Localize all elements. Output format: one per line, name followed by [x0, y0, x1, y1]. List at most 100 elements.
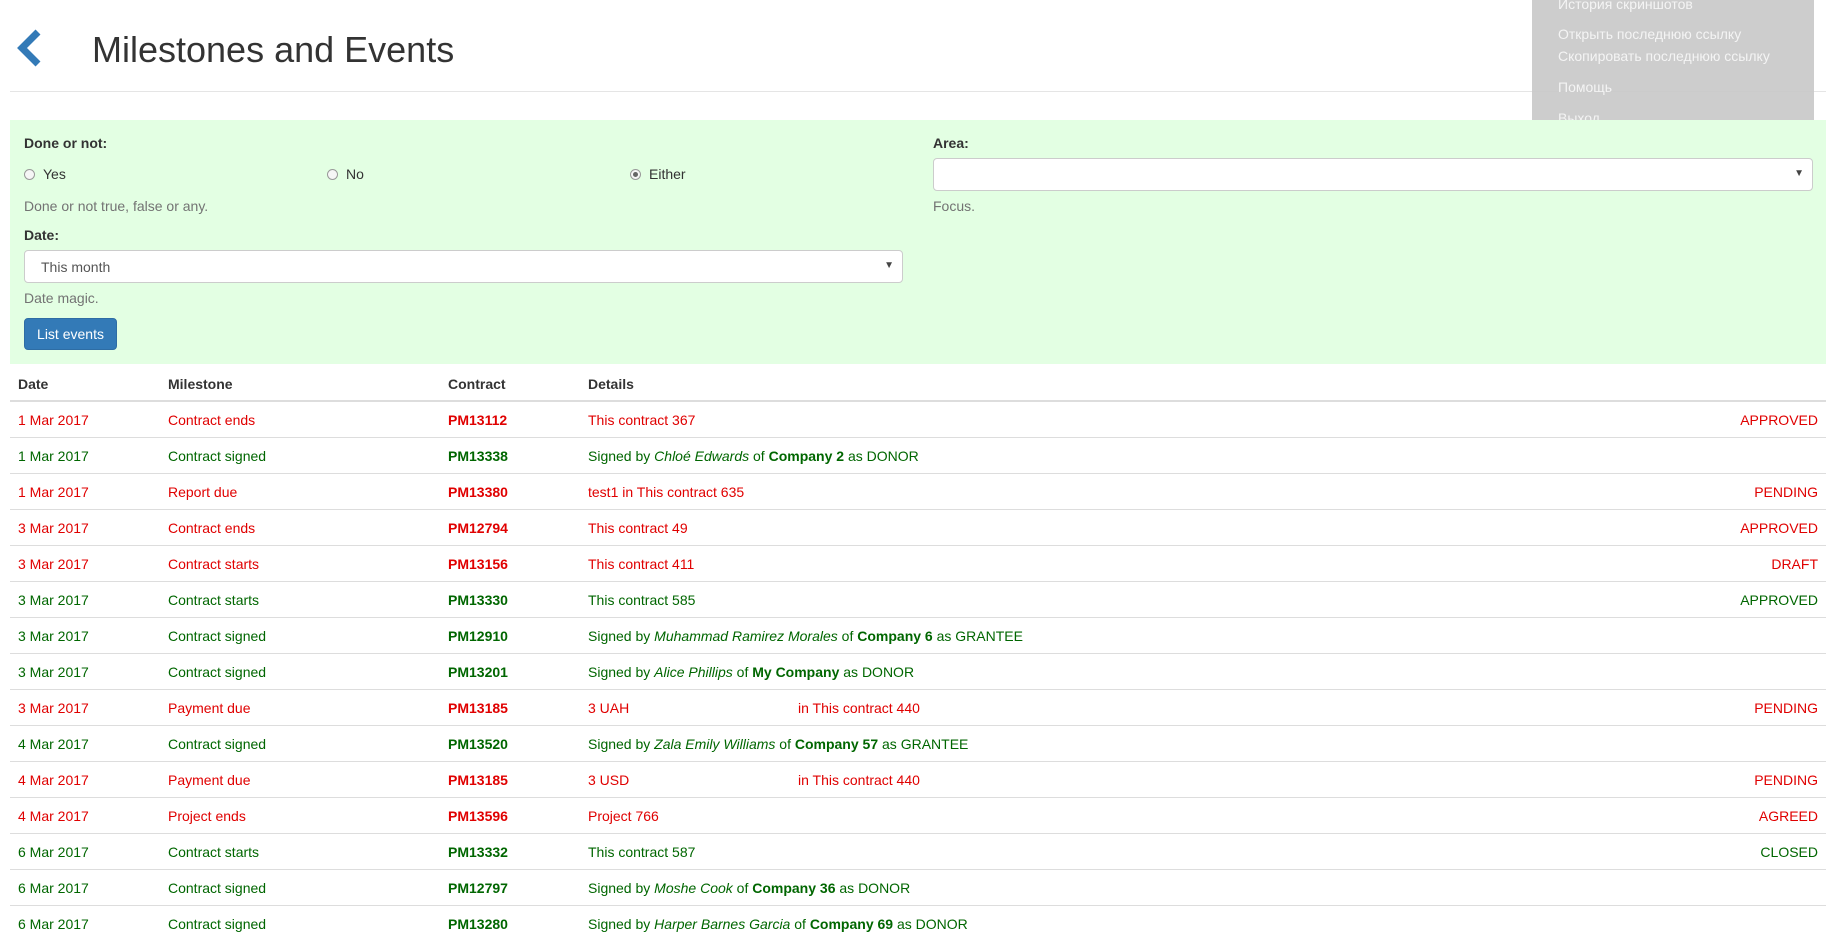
contract-link[interactable]: PM13112 — [440, 400, 580, 438]
status-cell: APPROVED — [1611, 581, 1826, 618]
date-cell: 1 Mar 2017 — [10, 437, 160, 474]
details-text[interactable]: This contract 585 — [588, 592, 695, 608]
radio-yes[interactable]: Yes — [24, 166, 66, 182]
company-name[interactable]: Company 69 — [810, 916, 893, 932]
done-help: Done or not true, false or any. — [24, 198, 209, 214]
caret-down-icon: ▼ — [1794, 168, 1804, 179]
table-header-row: Date Milestone Contract Details — [10, 368, 1826, 402]
table-row[interactable]: 6 Mar 2017 Contract starts PM13332 This con… — [10, 833, 1826, 870]
contract-link[interactable]: PM12797 — [440, 869, 580, 906]
milestone-cell: Contract ends — [160, 509, 440, 546]
menu-item-copy-last-link[interactable]: Скопировать последнюю ссылку — [1558, 48, 1770, 64]
list-events-button[interactable]: List events — [24, 318, 117, 350]
table-row[interactable]: 4 Mar 2017 Project ends PM13596 Project 766… — [10, 797, 1826, 834]
milestone-cell: Contract signed — [160, 905, 440, 941]
details-text[interactable]: test1 in This contract 635 — [588, 484, 744, 500]
company-name[interactable]: Company 6 — [857, 628, 932, 644]
table-row[interactable]: 3 Mar 2017 Contract starts PM13330 This con… — [10, 581, 1826, 618]
contract-link[interactable]: PM13156 — [440, 545, 580, 582]
contract-link[interactable]: PM12794 — [440, 509, 580, 546]
payment-reference[interactable]: in This contract 440 — [798, 772, 920, 788]
as-text: as — [882, 735, 897, 752]
status-cell — [1611, 869, 1826, 906]
milestone-cell: Contract ends — [160, 400, 440, 438]
status-cell: PENDING — [1611, 761, 1826, 798]
header-details: Details — [580, 368, 1612, 402]
contract-link[interactable]: PM13330 — [440, 581, 580, 618]
details-text[interactable]: This contract 49 — [588, 520, 688, 536]
company-name[interactable]: Company 36 — [752, 880, 835, 896]
signer-role: DONOR — [858, 879, 911, 896]
details-text[interactable]: Project 766 — [588, 808, 659, 824]
menu-item-open-last-link[interactable]: Открыть последнюю ссылку — [1558, 26, 1741, 42]
contract-link[interactable]: PM13185 — [440, 689, 580, 726]
done-label: Done or not: — [24, 135, 108, 151]
milestone-cell: Contract signed — [160, 437, 440, 474]
milestone-cell: Payment due — [160, 761, 440, 798]
status-cell: PENDING — [1611, 473, 1826, 510]
contract-link[interactable]: PM13201 — [440, 653, 580, 690]
milestone-cell: Contract starts — [160, 545, 440, 582]
company-name[interactable]: Company 57 — [795, 736, 878, 752]
contract-link[interactable]: PM13338 — [440, 437, 580, 474]
company-name[interactable]: My Company — [752, 664, 839, 680]
company-name[interactable]: Company 2 — [769, 448, 844, 464]
signer-role: DONOR — [866, 447, 919, 464]
table-row[interactable]: 3 Mar 2017 Contract signed PM13201 Signed b… — [10, 653, 1826, 690]
table-row[interactable]: 3 Mar 2017 Contract signed PM12910 Signed b… — [10, 617, 1826, 654]
date-select[interactable]: This month ▼ — [24, 250, 903, 283]
table-row[interactable]: 3 Mar 2017 Payment due PM13185 3 UAH in This… — [10, 689, 1826, 726]
contract-link[interactable]: PM13596 — [440, 797, 580, 834]
radio-circle-selected — [630, 168, 641, 180]
radio-label: No — [346, 166, 364, 182]
contract-link[interactable]: PM13332 — [440, 833, 580, 870]
contract-link[interactable]: PM13520 — [440, 725, 580, 762]
status-cell — [1611, 653, 1826, 690]
signer-name[interactable]: Zala Emily Williams — [654, 736, 775, 752]
details-cell: Project 766 — [580, 797, 1612, 834]
caret-down-icon: ▼ — [884, 260, 894, 271]
status-cell: AGREED — [1611, 797, 1826, 834]
contract-link[interactable]: PM13280 — [440, 905, 580, 941]
header-status — [1611, 368, 1826, 402]
date-cell: 4 Mar 2017 — [10, 797, 160, 834]
table-row[interactable]: 1 Mar 2017 Contract ends PM13112 This contr… — [10, 400, 1826, 438]
radio-no[interactable]: No — [327, 166, 364, 182]
milestone-cell: Contract signed — [160, 617, 440, 654]
contract-link[interactable]: PM13185 — [440, 761, 580, 798]
table-row[interactable]: 4 Mar 2017 Payment due PM13185 3 USD in This… — [10, 761, 1826, 798]
signer-name[interactable]: Alice Phillips — [654, 664, 733, 680]
menu-item-help[interactable]: Помощь — [1558, 79, 1612, 95]
date-cell: 3 Mar 2017 — [10, 689, 160, 726]
table-row[interactable]: 6 Mar 2017 Contract signed PM13280 Signed b… — [10, 905, 1826, 941]
of-text: of — [736, 663, 749, 680]
status-cell: APPROVED — [1611, 400, 1826, 438]
date-cell: 1 Mar 2017 — [10, 400, 160, 438]
area-select[interactable]: ▼ — [933, 158, 1813, 191]
table-row[interactable]: 1 Mar 2017 Contract signed PM13338 Signed b… — [10, 437, 1826, 474]
details-text[interactable]: This contract 411 — [588, 556, 694, 572]
signer-role: DONOR — [915, 915, 968, 932]
events-table: Date Milestone Contract Details 1 Mar 20… — [10, 368, 1826, 941]
signer-name[interactable]: Harper Barnes Garcia — [654, 916, 790, 932]
table-row[interactable]: 3 Mar 2017 Contract starts PM13156 This con… — [10, 545, 1826, 582]
radio-either[interactable]: Either — [630, 166, 686, 182]
date-cell: 6 Mar 2017 — [10, 833, 160, 870]
date-cell: 6 Mar 2017 — [10, 869, 160, 906]
menu-item-screenshot-history[interactable]: История скриншотов — [1558, 0, 1693, 12]
contract-link[interactable]: PM12910 — [440, 617, 580, 654]
table-row[interactable]: 6 Mar 2017 Contract signed PM12797 Signed b… — [10, 869, 1826, 906]
signer-name[interactable]: Chloé Edwards — [654, 448, 749, 464]
details-text[interactable]: This contract 587 — [588, 844, 695, 860]
table-row[interactable]: 1 Mar 2017 Report due PM13380 test1 in This… — [10, 473, 1826, 510]
table-body: 1 Mar 2017 Contract ends PM13112 This contr… — [10, 400, 1826, 941]
table-row[interactable]: 3 Mar 2017 Contract ends PM12794 This contr… — [10, 509, 1826, 546]
milestone-cell: Contract signed — [160, 653, 440, 690]
table-row[interactable]: 4 Mar 2017 Contract signed PM13520 Signed b… — [10, 725, 1826, 762]
payment-reference[interactable]: in This contract 440 — [798, 700, 920, 716]
back-button[interactable] — [14, 28, 50, 68]
contract-link[interactable]: PM13380 — [440, 473, 580, 510]
details-text[interactable]: This contract 367 — [588, 412, 695, 428]
signer-name[interactable]: Muhammad Ramirez Morales — [654, 628, 838, 644]
signer-name[interactable]: Moshe Cook — [654, 880, 733, 896]
